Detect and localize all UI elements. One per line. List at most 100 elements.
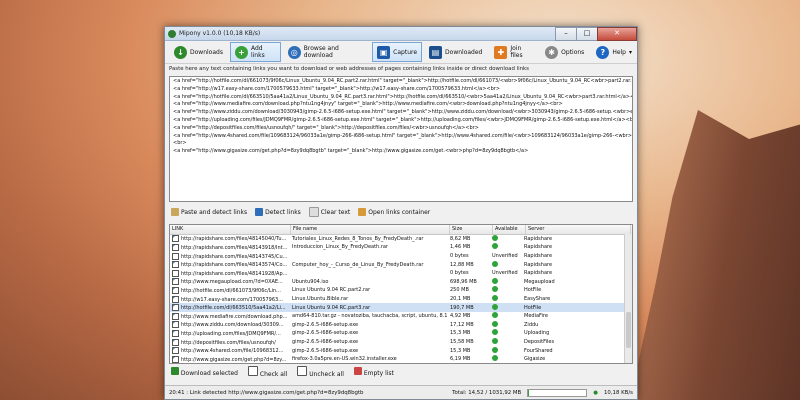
column-file-name[interactable]: File name	[291, 225, 450, 234]
table-row[interactable]: http://rapidshare.com/files/48143918/Int…	[170, 243, 632, 252]
close-button[interactable]: ✕	[597, 26, 637, 41]
link-cell: http://w17.easy-share.com/170057963...	[170, 295, 290, 303]
table-row[interactable]: http://www.gigasize.com/get.php?d=8zy...…	[170, 355, 632, 363]
clear-text-button[interactable]: Clear text	[308, 207, 350, 217]
download-selected-button[interactable]: Download selected	[171, 367, 238, 377]
row-checkbox[interactable]	[172, 304, 179, 312]
row-checkbox[interactable]	[172, 329, 179, 337]
available-cell: Unverified	[490, 253, 522, 259]
downloaded-icon: ▤	[429, 45, 443, 59]
link-cell: http://rapidshare.com/files/48143745/Cu.…	[170, 252, 290, 260]
link-cell: http://www.mediafire.com/download.php...	[170, 312, 290, 320]
row-checkbox[interactable]	[172, 269, 179, 277]
table-row[interactable]: http://w17.easy-share.com/170057963... Li…	[170, 295, 632, 304]
column-size[interactable]: Size	[450, 225, 493, 234]
table-row[interactable]: http://hotfile.com/dl/663510/5aa41a2/Li.…	[170, 303, 632, 312]
uncheck-all-button[interactable]: Uncheck all	[297, 366, 344, 378]
link-cell: http://depositfiles.com/files/usnoufqh/	[170, 338, 290, 346]
open-links-container-button[interactable]: Open links container	[358, 208, 430, 216]
help-button[interactable]: ? Help ▾	[591, 42, 637, 62]
check-all-button[interactable]: Check all	[247, 366, 287, 378]
links-textarea[interactable]: <a href="http://hotfile.com/dl/661073/9f…	[169, 76, 633, 202]
file-name-cell: gimp-2.6.5-i686-setup.exe	[292, 321, 359, 328]
size-cell: 0 bytes	[450, 270, 469, 277]
server-cell: Gigasize	[524, 356, 546, 363]
row-checkbox[interactable]	[172, 243, 179, 251]
link-cell: http://hotfile.com/dl/661073/9f06c/Lin..…	[170, 286, 290, 294]
size-cell: 190,7 MB	[450, 304, 474, 311]
capture-button[interactable]: ▣ Capture	[372, 42, 423, 62]
minimize-button[interactable]: –	[555, 26, 577, 41]
column-server[interactable]: Server	[526, 225, 631, 234]
availability-text: Unverified	[492, 270, 518, 277]
available-cell: Unverified	[490, 270, 522, 276]
row-checkbox[interactable]	[172, 261, 179, 269]
table-scrollbar[interactable]	[624, 234, 632, 363]
size-cell: 4,92 MB	[450, 313, 471, 320]
column-available[interactable]: Available	[493, 225, 526, 234]
empty-list-button[interactable]: Empty list	[353, 367, 394, 377]
row-checkbox[interactable]	[172, 347, 179, 355]
detect-links-button[interactable]: Detect links	[255, 208, 301, 216]
available-check-icon	[492, 303, 498, 310]
file-name-cell: Linux Ubuntu 9.04 RC.part3.rar	[292, 304, 371, 311]
size-cell: 8,62 MB	[450, 235, 471, 242]
table-row[interactable]: http://rapidshare.com/files/48143574/Co.…	[170, 260, 632, 269]
app-logo-icon	[168, 29, 176, 38]
row-checkbox[interactable]	[172, 295, 179, 303]
scrollbar-thumb[interactable]	[626, 312, 631, 348]
row-checkbox[interactable]	[172, 338, 179, 346]
chevron-down-icon: ▾	[629, 48, 633, 56]
available-cell	[490, 346, 522, 355]
maximize-button[interactable]: □	[576, 26, 598, 41]
table-row[interactable]: http://uploading.com/files/JDMQ9FMR/... g…	[170, 329, 632, 338]
empty-list-icon	[353, 367, 362, 375]
table-row[interactable]: http://rapidshare.com/files/48143745/Cu.…	[170, 252, 632, 261]
table-row[interactable]: http://www.4shared.com/file/10968312... g…	[170, 346, 632, 355]
row-checkbox[interactable]	[172, 321, 179, 329]
link-text: http://hotfile.com/dl/663510/5aa41a2/Li.…	[181, 305, 286, 312]
available-check-icon	[492, 277, 498, 284]
downloaded-button[interactable]: ▤ Downloaded	[424, 42, 487, 62]
row-checkbox[interactable]	[172, 355, 179, 363]
link-cell: http://rapidshare.com/files/48143574/Co.…	[170, 261, 290, 269]
available-cell	[490, 303, 522, 312]
join-icon: ✚	[494, 45, 508, 59]
row-checkbox[interactable]	[172, 252, 179, 260]
table-row[interactable]: http://www.ziddu.com/download/30309... gi…	[170, 320, 632, 330]
server-cell: Rapidshare	[524, 235, 553, 242]
server-cell: MediaFire	[524, 313, 548, 320]
table-row[interactable]: http://hotfile.com/dl/661073/9f06c/Lin..…	[170, 286, 632, 295]
browse-and-download-button[interactable]: ◎ Browse and download	[283, 42, 370, 62]
table-row[interactable]: http://depositfiles.com/files/usnoufqh/g…	[170, 338, 632, 347]
link-text: http://rapidshare.com/files/48145040/Tu.…	[181, 236, 287, 243]
join-files-button[interactable]: ✚ Join files	[489, 42, 538, 62]
column-link[interactable]: LINK	[170, 225, 291, 234]
available-check-icon	[492, 312, 498, 319]
file-name-cell: Linux.Ubuntu.Bible.rar	[292, 296, 349, 303]
size-cell: 0 bytes	[450, 253, 469, 260]
add-links-button[interactable]: + Add links	[229, 42, 281, 62]
downloads-button[interactable]: ↓ Downloads	[169, 42, 228, 62]
table-row[interactable]: http://rapidshare.com/files/48145040/Tu.…	[170, 234, 632, 244]
available-check-icon	[492, 355, 498, 362]
file-name-cell: gimp-2.6.5-i686-setup.exe	[292, 347, 359, 354]
options-icon: ✱	[545, 45, 559, 59]
row-checkbox[interactable]	[172, 278, 179, 286]
row-checkbox[interactable]	[172, 235, 179, 243]
server-cell: DepositFiles	[524, 339, 555, 346]
options-button[interactable]: ✱ Options	[540, 42, 589, 62]
table-row[interactable]: http://www.megaupload.com/?d=0XAE... Ubun…	[170, 277, 632, 287]
help-icon: ?	[596, 45, 610, 59]
link-cell: http://uploading.com/files/JDMQ9FMR/...	[170, 329, 290, 337]
links-table: LINK File name Size Available Server htt…	[169, 224, 633, 364]
row-checkbox[interactable]	[172, 286, 179, 294]
links-action-bar: Paste and detect links Detect links Clea…	[165, 202, 637, 222]
file-name-cell: firefox-3.0a5pre.en-US.win32.installer.e…	[292, 356, 397, 363]
paste-and-detect-button[interactable]: Paste and detect links	[171, 208, 247, 216]
row-checkbox[interactable]	[172, 312, 179, 320]
table-row[interactable]: http://www.mediafire.com/download.php...…	[170, 312, 632, 321]
link-text: http://hotfile.com/dl/661073/9f06c/Lin..…	[181, 287, 281, 294]
server-cell: Rapidshare	[524, 253, 553, 260]
table-row[interactable]: http://rapidshare.com/files/48141928/Ap.…	[170, 269, 632, 278]
